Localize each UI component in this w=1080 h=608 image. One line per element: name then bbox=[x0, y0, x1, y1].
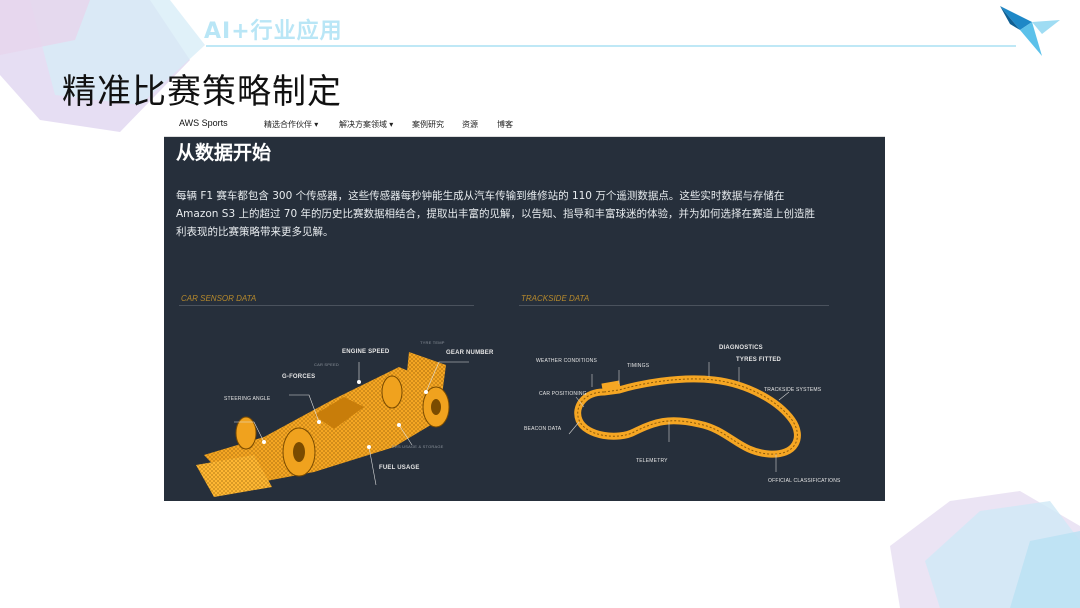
callout-steering-angle: STEERING ANGLE bbox=[224, 396, 271, 402]
callout-fuel-usage: FUEL USAGE bbox=[379, 465, 420, 471]
slide-header-label: AI+行业应用 bbox=[204, 19, 343, 44]
callout-tyre-temp: TYRE TEMP bbox=[420, 340, 445, 345]
car-section-rule bbox=[179, 305, 474, 306]
body-line: 利表现的比赛策略带来更多见解。 bbox=[176, 226, 334, 238]
callout-weather-conditions: WEATHER CONDITIONS bbox=[536, 358, 598, 364]
race-track-illustration bbox=[568, 362, 801, 472]
callout-g-forces: G-FORCES bbox=[282, 374, 316, 380]
slide-title: 精准比赛策略制定 bbox=[62, 72, 342, 112]
f1-car-illustration bbox=[196, 352, 469, 497]
callout-beacon-data: BEACON DATA bbox=[524, 426, 562, 432]
trackside-section-rule bbox=[519, 305, 829, 306]
callout-gear-number: GEAR NUMBER bbox=[446, 350, 494, 356]
callout-official-classifications: OFFICIAL CLASSIFICATIONS bbox=[768, 478, 841, 484]
header-divider bbox=[206, 45, 1016, 47]
nav-blog[interactable]: 博客 bbox=[497, 119, 513, 130]
callout-car-positioning: CAR POSITIONING bbox=[539, 391, 587, 397]
nav-solution-areas[interactable]: 解决方案领域 ▾ bbox=[339, 119, 393, 130]
callout-trackside-systems: TRACKSIDE SYSTEMS bbox=[764, 387, 822, 393]
section-headline: 从数据开始 bbox=[176, 142, 272, 164]
callout-telemetry: TELEMETRY bbox=[636, 458, 668, 464]
bird-logo-icon bbox=[1000, 6, 1060, 56]
body-line: 每辆 F1 赛车都包含 300 个传感器，这些传感器每秒钟能生成从汽车传输到维修… bbox=[176, 190, 785, 202]
callout-ers: ERS USAGE & STORAGE bbox=[392, 444, 444, 449]
trackside-data-label: TRACKSIDE DATA bbox=[521, 294, 590, 303]
nav-case-studies[interactable]: 案例研究 bbox=[412, 119, 444, 130]
aws-sports-brand-link[interactable]: AWS Sports bbox=[179, 118, 228, 128]
nav-featured-partners[interactable]: 精选合作伙伴 ▾ bbox=[264, 119, 318, 130]
callout-diagnostics: DIAGNOSTICS bbox=[719, 345, 763, 351]
body-line: Amazon S3 上的超过 70 年的历史比赛数据相结合，提取出丰富的见解，以… bbox=[176, 208, 815, 220]
section-body-text: 每辆 F1 赛车都包含 300 个传感器，这些传感器每秒钟能生成从汽车传输到维修… bbox=[176, 187, 866, 241]
aws-navbar: AWS Sports 精选合作伙伴 ▾ 解决方案领域 ▾ 案例研究 资源 博客 bbox=[164, 112, 885, 137]
car-sensor-data-label: CAR SENSOR DATA bbox=[181, 294, 257, 303]
nav-resources[interactable]: 资源 bbox=[462, 119, 478, 130]
callout-car-speed: CAR SPEED bbox=[314, 362, 339, 367]
callout-timings: TIMINGS bbox=[627, 363, 650, 369]
aws-sports-screenshot: AWS Sports 精选合作伙伴 ▾ 解决方案领域 ▾ 案例研究 资源 博客 … bbox=[164, 112, 885, 501]
decorative-shapes-bottom-right bbox=[890, 491, 1080, 608]
callout-tyres-fitted: TYRES FITTED bbox=[736, 357, 782, 363]
callout-engine-speed: ENGINE SPEED bbox=[342, 349, 390, 355]
